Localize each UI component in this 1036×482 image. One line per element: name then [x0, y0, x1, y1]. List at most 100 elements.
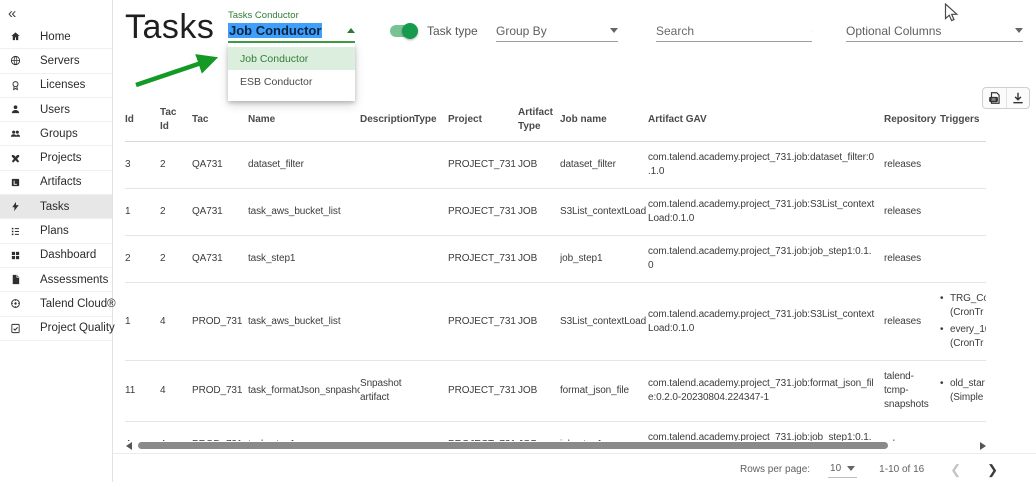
- scroll-right-icon[interactable]: [980, 442, 986, 450]
- sidebar-item-servers[interactable]: Servers: [0, 49, 112, 73]
- cell-artifact_type: JOB: [518, 142, 560, 189]
- cell-repository: releases: [884, 142, 940, 189]
- cell-tac_id: 2: [160, 142, 192, 189]
- chevron-down-icon: [1015, 28, 1023, 33]
- sidebar-item-licenses[interactable]: Licenses: [0, 74, 112, 98]
- optional-columns-select[interactable]: Optional Columns: [846, 20, 1023, 42]
- group-by-select[interactable]: Group By: [496, 20, 618, 42]
- cell-artifact_gav: com.talend.academy.project_731.job:S3Lis…: [648, 283, 884, 361]
- trigger-item: •TRG_Co(CronTr: [940, 292, 986, 320]
- column-header-tac[interactable]: Tac: [192, 100, 248, 142]
- column-header-artifact-gav[interactable]: Artifact GAV: [648, 100, 884, 142]
- sidebar-item-plans[interactable]: Plans: [0, 219, 112, 243]
- task-type-toggle[interactable]: [390, 25, 417, 37]
- cell-name: task_aws_bucket_list: [248, 189, 360, 236]
- cell-tac: PROD_731: [192, 361, 248, 422]
- menu-item-esb-conductor[interactable]: ESB Conductor: [228, 70, 355, 93]
- export-csv-icon: [988, 91, 1002, 105]
- column-header-repository[interactable]: Repository: [884, 100, 940, 142]
- cell-description: [360, 142, 414, 189]
- trigger-item: •old_star(Simple: [940, 377, 986, 405]
- menu-item-job-conductor[interactable]: Job Conductor: [228, 47, 355, 70]
- download-button[interactable]: [1006, 88, 1029, 108]
- cell-job_name: job_step1: [560, 236, 648, 283]
- column-header-tac-id[interactable]: Tac Id: [160, 100, 192, 142]
- sidebar-item-label: Project Quality: [40, 322, 115, 334]
- sidebar-item-users[interactable]: Users: [0, 98, 112, 122]
- trigger-name: TRG_Co: [950, 293, 986, 304]
- cell-repository: talend-tcmp-snapshots: [884, 361, 940, 422]
- cell-name: task_aws_bucket_list: [248, 283, 360, 361]
- chevron-down-icon: [847, 466, 855, 471]
- collapse-sidebar-icon[interactable]: «: [8, 5, 15, 22]
- cell-name: task_formatJson_snpashot: [248, 361, 360, 422]
- sidebar-item-projects[interactable]: Projects: [0, 146, 112, 170]
- cell-job_name: format_json_file: [560, 361, 648, 422]
- optional-columns-placeholder: Optional Columns: [846, 24, 941, 38]
- cell-description: [360, 189, 414, 236]
- cell-tac: QA731: [192, 142, 248, 189]
- cell-triggers: [940, 189, 986, 236]
- sidebar-item-label: Artifacts: [40, 176, 82, 188]
- cell-job_name: S3List_contextLoad: [560, 283, 648, 361]
- tasks-conductor-label: Tasks Conductor: [228, 10, 355, 21]
- cell-id: 1: [125, 189, 160, 236]
- cell-triggers: [940, 422, 986, 442]
- assessments-icon: [10, 274, 21, 285]
- column-header-triggers[interactable]: Triggers: [940, 100, 986, 142]
- scroll-left-icon[interactable]: [126, 442, 132, 450]
- cell-name: task_step1: [248, 236, 360, 283]
- cell-repository: releases: [884, 283, 940, 361]
- tasks-conductor-select[interactable]: Tasks Conductor Job Conductor: [228, 10, 355, 43]
- table-row[interactable]: 22QA731task_step1PROJECT_731JOBjob_step1…: [125, 236, 986, 283]
- tasks-conductor-value: Job Conductor: [228, 23, 322, 38]
- groups-icon: [10, 128, 21, 139]
- sidebar-item-talend-cloud[interactable]: Talend Cloud®: [0, 292, 112, 316]
- table-row[interactable]: 32QA731dataset_filterPROJECT_731JOBdatas…: [125, 142, 986, 189]
- cell-type: [414, 361, 448, 422]
- cell-artifact_type: JOB: [518, 361, 560, 422]
- table-row[interactable]: 44PROD_731task_step1PROJECT_731JOBjob_st…: [125, 422, 986, 442]
- column-header-type[interactable]: Type: [414, 100, 448, 142]
- column-header-artifact-type[interactable]: Artifact Type: [518, 100, 560, 142]
- search-icon: [811, 24, 812, 38]
- column-header-description[interactable]: Description: [360, 100, 414, 142]
- pagination-range: 1-10 of 16: [879, 464, 924, 475]
- bullet-icon: •: [940, 377, 950, 405]
- cell-artifact_type: JOB: [518, 189, 560, 236]
- cell-tac_id: 4: [160, 283, 192, 361]
- horizontal-scrollbar: [125, 440, 986, 452]
- talend-cloud-icon: [10, 298, 21, 309]
- column-header-id[interactable]: Id: [125, 100, 160, 142]
- search-input[interactable]: [656, 24, 811, 38]
- cell-description: Snpashot artifact: [360, 361, 414, 422]
- table-row[interactable]: 14PROD_731task_aws_bucket_listPROJECT_73…: [125, 283, 986, 361]
- sidebar-item-label: Dashboard: [40, 249, 96, 261]
- table-row[interactable]: 12QA731task_aws_bucket_listPROJECT_731JO…: [125, 189, 986, 236]
- column-header-name[interactable]: Name: [248, 100, 360, 142]
- trigger-kind: (CronTr: [950, 338, 983, 349]
- table-row[interactable]: 114PROD_731task_formatJson_snpashotSnpas…: [125, 361, 986, 422]
- sidebar-item-groups[interactable]: Groups: [0, 122, 112, 146]
- next-page-button[interactable]: ❯: [987, 463, 998, 476]
- cell-name: dataset_filter: [248, 142, 360, 189]
- sidebar-item-assessments[interactable]: Assessments: [0, 268, 112, 292]
- sidebar-item-dashboard[interactable]: Dashboard: [0, 244, 112, 268]
- scrollbar-thumb[interactable]: [138, 442, 888, 449]
- cell-artifact_type: JOB: [518, 422, 560, 442]
- sidebar-item-tasks[interactable]: Tasks: [0, 195, 112, 219]
- group-by-placeholder: Group By: [496, 24, 547, 38]
- rows-per-page-select[interactable]: 10: [828, 461, 857, 478]
- sidebar-item-project-quality[interactable]: Project Quality: [0, 317, 112, 341]
- column-header-job-name[interactable]: Job name: [560, 100, 648, 142]
- cell-project: PROJECT_731: [448, 422, 518, 442]
- sidebar-item-artifacts[interactable]: Artifacts: [0, 171, 112, 195]
- sidebar-item-home[interactable]: Home: [0, 25, 112, 49]
- sidebar-item-label: Servers: [40, 55, 80, 67]
- tasks-icon: [10, 201, 21, 212]
- previous-page-button[interactable]: ❮: [950, 463, 961, 476]
- table-header-row: IdTac IdTacNameDescriptionTypeProjectArt…: [125, 100, 986, 142]
- export-csv-button[interactable]: [983, 88, 1006, 108]
- column-header-project[interactable]: Project: [448, 100, 518, 142]
- users-icon: [10, 104, 21, 115]
